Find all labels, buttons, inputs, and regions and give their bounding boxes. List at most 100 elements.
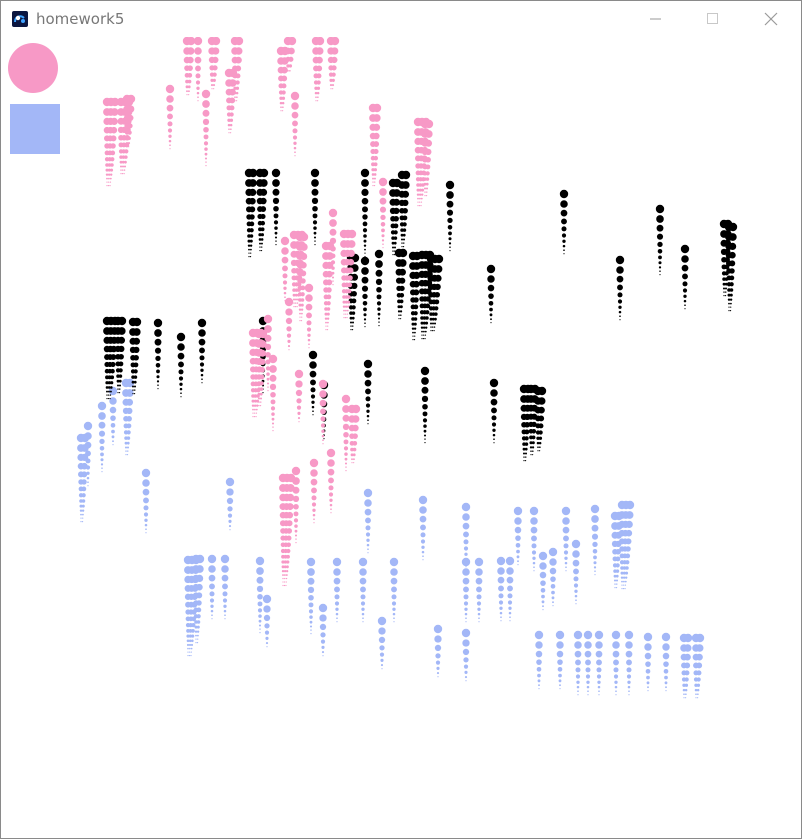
paint-dot bbox=[533, 566, 535, 569]
paint-dot bbox=[728, 310, 730, 312]
black-drip bbox=[655, 204, 665, 276]
paint-dot bbox=[235, 91, 239, 95]
paint-dot bbox=[269, 374, 277, 382]
paint-dot bbox=[506, 576, 514, 584]
title-bar[interactable]: homework5 bbox=[1, 1, 801, 37]
paint-dot bbox=[615, 569, 620, 573]
paint-dot bbox=[110, 415, 116, 421]
paint-dot bbox=[393, 246, 397, 249]
black-drip bbox=[559, 189, 569, 255]
paint-dot bbox=[133, 369, 138, 374]
paint-dot bbox=[491, 422, 497, 427]
paint-dot bbox=[724, 295, 727, 297]
paint-dot bbox=[132, 328, 141, 336]
paint-dot bbox=[625, 560, 630, 565]
paint-dot bbox=[412, 335, 414, 337]
paint-dot bbox=[423, 429, 427, 433]
paint-dot bbox=[228, 519, 232, 523]
paint-dot bbox=[156, 375, 160, 379]
paint-dot bbox=[168, 134, 172, 138]
paint-dot bbox=[116, 384, 120, 387]
paint-dot bbox=[463, 594, 469, 600]
paint-dot bbox=[556, 641, 564, 649]
minimize-button[interactable] bbox=[633, 1, 679, 37]
paint-dot bbox=[282, 265, 288, 272]
paint-dot bbox=[209, 591, 215, 597]
paint-dot bbox=[168, 139, 172, 143]
paint-dot bbox=[375, 260, 383, 268]
paint-dot bbox=[322, 655, 324, 657]
paint-dot bbox=[346, 313, 349, 315]
paint-dot bbox=[514, 517, 522, 525]
paint-dot bbox=[321, 651, 325, 654]
paint-dot bbox=[684, 662, 691, 669]
paint-dot bbox=[381, 239, 385, 242]
paint-dot bbox=[81, 453, 89, 461]
paint-dot bbox=[398, 318, 400, 320]
paint-dot bbox=[362, 621, 364, 623]
paint-dot bbox=[374, 181, 376, 183]
black-drip bbox=[244, 168, 258, 258]
paint-dot bbox=[299, 320, 301, 322]
paint-dot bbox=[464, 612, 468, 616]
paint-dot bbox=[682, 288, 688, 293]
paint-dot bbox=[414, 331, 416, 334]
paint-dot bbox=[187, 56, 194, 64]
blue-square-brush-swatch[interactable] bbox=[10, 104, 60, 154]
paint-dot bbox=[211, 88, 213, 90]
paint-dot bbox=[274, 236, 278, 239]
paint-dot bbox=[497, 567, 505, 575]
paint-dot bbox=[595, 641, 603, 649]
black-drip bbox=[308, 350, 318, 416]
paint-dot bbox=[331, 276, 335, 279]
maximize-button[interactable] bbox=[690, 1, 736, 37]
paint-dot bbox=[422, 555, 424, 558]
paint-dot bbox=[124, 155, 128, 159]
paint-dot bbox=[292, 120, 298, 127]
close-button[interactable] bbox=[747, 1, 793, 37]
paint-dot bbox=[433, 624, 443, 634]
paint-dot bbox=[259, 628, 261, 630]
black-drip bbox=[255, 168, 269, 252]
blue-drip bbox=[461, 557, 471, 623]
paint-dot bbox=[574, 641, 582, 649]
paint-dot bbox=[280, 236, 290, 246]
paint-dot bbox=[497, 576, 505, 584]
paint-dot bbox=[202, 118, 210, 126]
paint-dot bbox=[309, 361, 317, 369]
paint-dot bbox=[282, 110, 284, 112]
paint-dot bbox=[421, 188, 425, 192]
paint-dot bbox=[537, 397, 546, 405]
paint-dot bbox=[106, 181, 108, 183]
paint-dot bbox=[143, 512, 149, 517]
paint-dot bbox=[723, 291, 725, 293]
paint-dot bbox=[293, 518, 299, 523]
paint-dot bbox=[300, 252, 308, 260]
paint-dot bbox=[225, 477, 235, 487]
paint-dot bbox=[462, 568, 470, 576]
paint-dot bbox=[108, 177, 110, 180]
paint-dot bbox=[283, 574, 286, 576]
paint-dot bbox=[586, 680, 590, 684]
pink-circle-brush-swatch[interactable] bbox=[8, 43, 58, 93]
paint-dot bbox=[489, 307, 493, 312]
paint-dot bbox=[351, 404, 361, 414]
paint-dot bbox=[429, 322, 433, 325]
paint-dot bbox=[624, 588, 626, 590]
paint-dot bbox=[538, 430, 543, 435]
paint-dot bbox=[615, 579, 619, 582]
blue-drip bbox=[332, 557, 342, 623]
paint-dot bbox=[585, 667, 591, 673]
paint-dot bbox=[517, 560, 519, 563]
paint-dot bbox=[363, 318, 367, 321]
paint-dot bbox=[119, 388, 121, 390]
paint-dot bbox=[524, 460, 527, 462]
minimize-icon bbox=[650, 18, 661, 20]
black-drip bbox=[176, 332, 186, 398]
paint-dot bbox=[105, 173, 109, 176]
paint-dot bbox=[222, 591, 228, 597]
paint-dot bbox=[311, 179, 319, 187]
sketch-canvas[interactable] bbox=[1, 37, 801, 838]
paint-dot bbox=[421, 338, 423, 340]
paint-dot bbox=[310, 379, 316, 386]
